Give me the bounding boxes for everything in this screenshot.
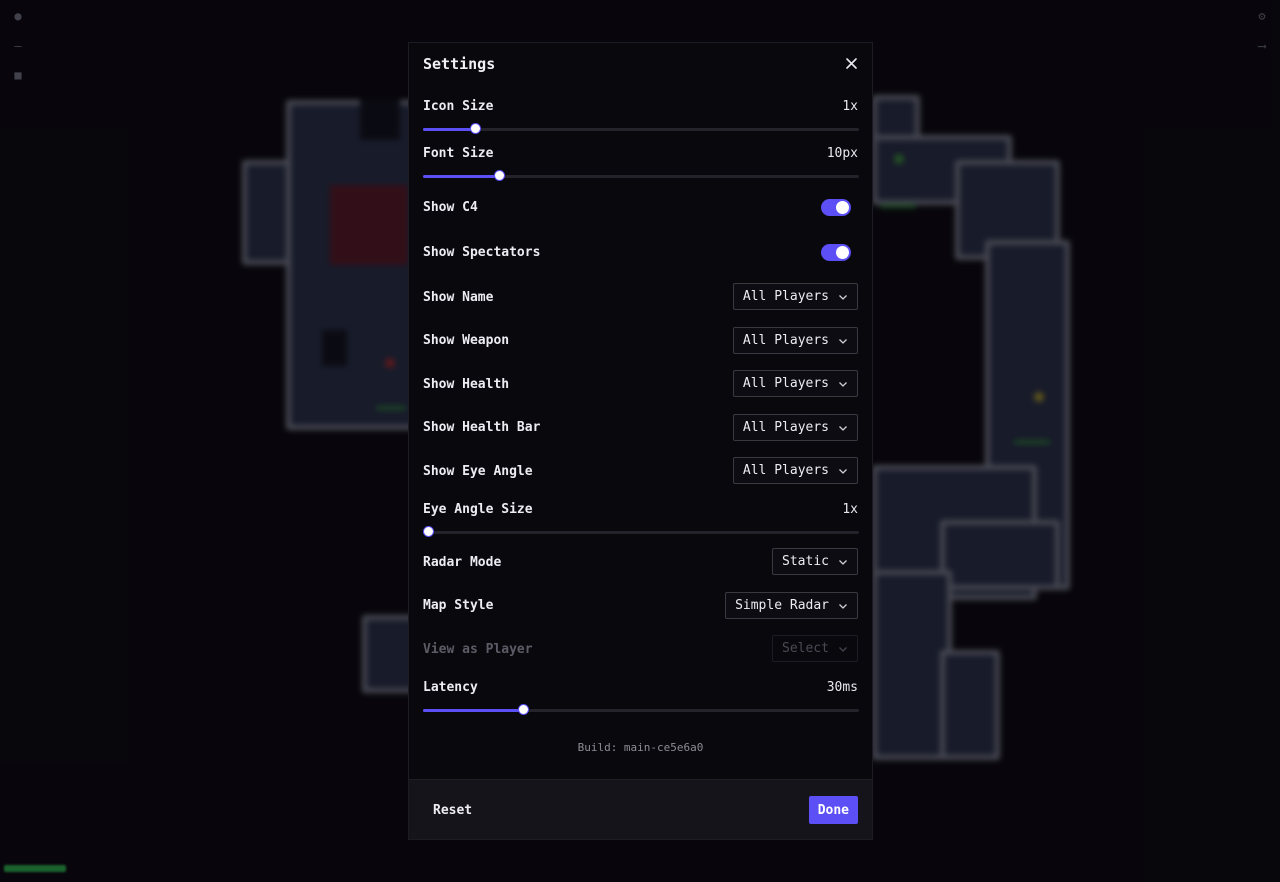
slider-thumb[interactable] — [494, 170, 506, 181]
select-value: All Players — [742, 420, 829, 435]
show-spectators-label: Show Spectators — [423, 245, 541, 260]
connection-status-bar — [4, 865, 66, 872]
font-size-label: Font Size — [423, 146, 494, 161]
modal-title: Settings — [423, 55, 496, 73]
show-health-bar-select[interactable]: All Players — [732, 414, 858, 441]
reset-button[interactable]: Reset — [423, 796, 482, 824]
slider-track — [423, 531, 859, 534]
close-icon — [845, 57, 857, 69]
slider-thumb[interactable] — [470, 123, 482, 134]
radar-mode-select[interactable]: Static — [772, 548, 858, 575]
done-button[interactable]: Done — [808, 796, 858, 824]
show-health-bar-label: Show Health Bar — [423, 420, 541, 435]
show-health-select[interactable]: All Players — [732, 370, 858, 397]
slider-fill — [423, 709, 524, 712]
select-value: Static — [782, 554, 829, 569]
font-size-value: 10px — [826, 146, 858, 161]
square-icon[interactable]: ■ — [10, 67, 26, 83]
radar-app: ● – ■ ⚙ ⟶ Settings Icon Size 1x Font Siz… — [0, 0, 1280, 882]
eye-angle-size-label: Eye Angle Size — [423, 502, 533, 517]
select-value: All Players — [742, 463, 829, 478]
close-button[interactable] — [842, 54, 860, 72]
show-name-label: Show Name — [423, 290, 494, 305]
show-weapon-label: Show Weapon — [423, 333, 510, 348]
modal-footer: Reset Done — [409, 779, 872, 839]
map-style-label: Map Style — [423, 598, 494, 613]
eye-angle-size-slider[interactable] — [423, 526, 859, 538]
slider-fill — [423, 175, 500, 178]
select-value: All Players — [742, 376, 829, 391]
show-health-label: Show Health — [423, 377, 510, 392]
show-c4-toggle[interactable] — [821, 199, 851, 216]
latency-value: 30ms — [826, 680, 858, 695]
show-eye-angle-select[interactable]: All Players — [732, 457, 858, 484]
show-eye-angle-label: Show Eye Angle — [423, 464, 533, 479]
select-value: Simple Radar — [735, 598, 829, 613]
eye-angle-size-value: 1x — [842, 502, 858, 517]
select-value: Select — [782, 641, 829, 656]
gear-icon[interactable]: ⚙ — [1254, 8, 1270, 24]
chevron-down-icon — [839, 425, 847, 431]
radar-mode-label: Radar Mode — [423, 555, 502, 570]
icon-size-label: Icon Size — [423, 99, 494, 114]
slider-fill — [423, 128, 476, 131]
view-as-player-select: Select — [772, 635, 858, 662]
icon-size-value: 1x — [842, 99, 858, 114]
slider-thumb[interactable] — [518, 704, 530, 715]
select-value: All Players — [742, 333, 829, 348]
chevron-down-icon — [839, 468, 847, 474]
latency-label: Latency — [423, 680, 478, 695]
build-version: Build: main-ce5e6a0 — [577, 741, 704, 754]
show-weapon-select[interactable]: All Players — [732, 327, 858, 354]
icon-size-slider[interactable] — [423, 123, 859, 135]
map-style-select[interactable]: Simple Radar — [725, 592, 858, 619]
toggle-knob — [836, 201, 849, 214]
chevron-down-icon — [839, 646, 847, 652]
font-size-slider[interactable] — [423, 170, 859, 182]
show-c4-label: Show C4 — [423, 200, 478, 215]
share-icon[interactable]: ⟶ — [1254, 38, 1270, 54]
chevron-down-icon — [839, 294, 847, 300]
toggle-knob — [836, 246, 849, 259]
select-value: All Players — [742, 289, 829, 304]
view-as-player-label: View as Player — [423, 642, 533, 657]
latency-slider[interactable] — [423, 704, 859, 716]
slider-thumb[interactable] — [423, 526, 435, 537]
chevron-down-icon — [839, 559, 847, 565]
chevron-down-icon — [839, 338, 847, 344]
minus-icon[interactable]: – — [10, 38, 26, 54]
show-name-select[interactable]: All Players — [732, 283, 858, 310]
slider-track — [423, 128, 859, 131]
chevron-down-icon — [839, 381, 847, 387]
menu-icon[interactable]: ● — [10, 8, 26, 24]
chevron-down-icon — [839, 603, 847, 609]
settings-modal: Settings Icon Size 1x Font Size 10px Sho… — [408, 42, 873, 840]
show-spectators-toggle[interactable] — [821, 244, 851, 261]
